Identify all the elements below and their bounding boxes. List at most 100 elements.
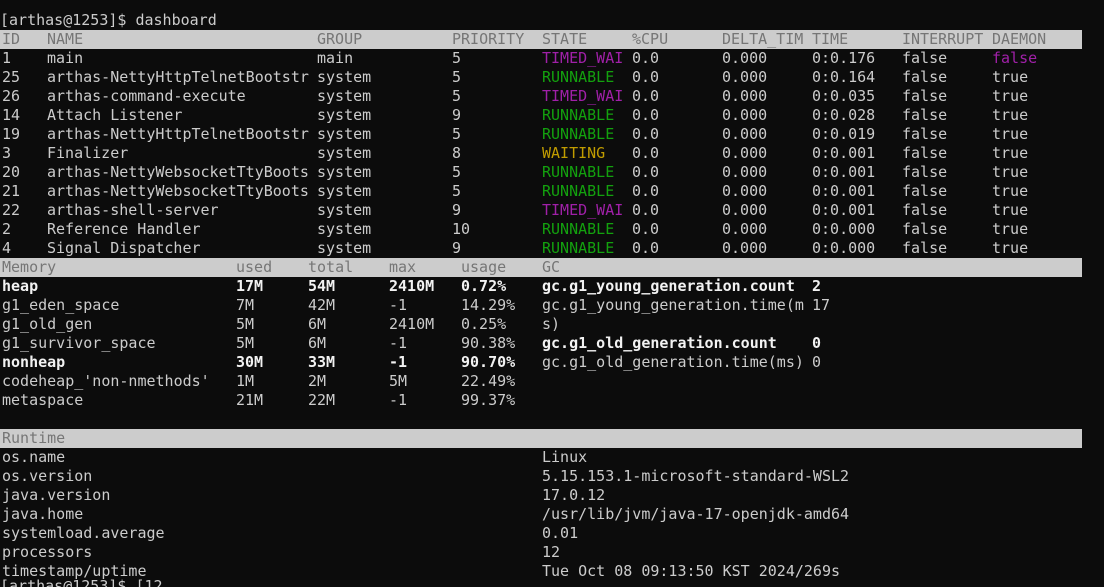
thread-priority-cell: 9 (452, 106, 462, 124)
thread-id-cell: 22 (2, 201, 21, 219)
thread-group-cell: main (317, 49, 354, 67)
memory-table-header: Memory used total max usage GC (0, 258, 1082, 277)
thread-delta-cell: 0.000 (722, 144, 768, 162)
thread-daemon-cell: true (992, 163, 1029, 181)
thread-id-cell: 4 (2, 239, 12, 257)
thread-row: 25 arthas-NettyHttpTelnetBootstr system 5 RU… (0, 68, 1104, 87)
thread-interrupt-cell: false (902, 49, 948, 67)
thread-name-cell: arthas-NettyHttpTelnetBootstr (47, 68, 309, 86)
memory-usage-cell: 90.38% (461, 334, 516, 352)
thread-header-cell: STATE (542, 30, 588, 48)
runtime-value-cell: 0.01 (542, 524, 579, 542)
thread-delta-cell: 0.000 (722, 68, 768, 86)
gc-value-cell: 17 (812, 296, 831, 314)
memory-max-cell: -1 (389, 391, 408, 409)
gc-value-cell: 0 (812, 353, 822, 371)
runtime-row: java.version 17.0.12 (0, 486, 1104, 505)
thread-name-cell: Signal Dispatcher (47, 239, 201, 257)
gc-value-cell: 0 (812, 334, 822, 352)
thread-state-cell: RUNNABLE (542, 220, 615, 238)
thread-row: 4 Signal Dispatcher system 9 RUNNABLE 0.0 0.00… (0, 239, 1104, 258)
thread-time-cell: 0:0.035 (812, 87, 876, 105)
thread-interrupt-cell: false (902, 239, 948, 257)
memory-total-cell: 6M (308, 334, 327, 352)
gc-key-cell: gc.g1_old_generation.count (542, 334, 777, 352)
thread-header-cell: GROUP (317, 30, 363, 48)
thread-time-cell: 0:0.164 (812, 68, 876, 86)
memory-header-cell: total (308, 258, 354, 276)
runtime-value-cell: Linux (542, 448, 588, 466)
memory-usage-cell: 90.70% (461, 353, 516, 371)
runtime-key-cell: systemload.average (2, 524, 165, 542)
thread-id-cell: 1 (2, 49, 12, 67)
thread-daemon-cell: true (992, 220, 1029, 238)
thread-time-cell: 0:0.001 (812, 163, 876, 181)
memory-row: g1_eden_space 7M 42M -1 14.29% gc.g1_young_ge… (0, 296, 1104, 315)
thread-state-cell: RUNNABLE (542, 125, 615, 143)
memory-usage-cell: 0.72% (461, 277, 507, 295)
next-prompt-line[interactable]: [arthas@1253]$ [12 (0, 577, 163, 587)
runtime-key-cell: processors (2, 543, 93, 561)
thread-daemon-cell: true (992, 201, 1029, 219)
memory-total-cell: 54M (308, 277, 336, 295)
memory-usage-cell: 22.49% (461, 372, 516, 390)
thread-header-cell: PRIORITY (452, 30, 525, 48)
memory-name-cell: g1_old_gen (2, 315, 93, 333)
memory-used-cell: 1M (236, 372, 255, 390)
thread-daemon-cell: true (992, 68, 1029, 86)
thread-id-cell: 19 (2, 125, 21, 143)
runtime-key-cell: os.version (2, 467, 93, 485)
terminal-screen: [arthas@1253]$ dashboard ID NAME GROUP PRIO… (0, 0, 1104, 587)
memory-used-cell: 5M (236, 334, 255, 352)
thread-interrupt-cell: false (902, 106, 948, 124)
thread-state-cell: RUNNABLE (542, 239, 615, 257)
runtime-row: os.version 5.15.153.1-microsoft-standard-… (0, 467, 1104, 486)
thread-cpu-cell: 0.0 (632, 182, 660, 200)
memory-total-cell: 22M (308, 391, 336, 409)
thread-time-cell: 0:0.001 (812, 144, 876, 162)
thread-state-cell: RUNNABLE (542, 68, 615, 86)
memory-max-cell: 5M (389, 372, 408, 390)
thread-row: 3 Finalizer system 8 WAITING 0.0 0.000 0:0.001 f… (0, 144, 1104, 163)
memory-header-cell: usage (461, 258, 507, 276)
thread-daemon-cell: true (992, 125, 1029, 143)
memory-used-cell: 17M (236, 277, 264, 295)
thread-interrupt-cell: false (902, 220, 948, 238)
thread-interrupt-cell: false (902, 68, 948, 86)
memory-header-cell: used (236, 258, 273, 276)
thread-state-cell: RUNNABLE (542, 106, 615, 124)
gc-key-cell: gc.g1_old_generation.time(ms) (542, 353, 804, 371)
thread-id-cell: 3 (2, 144, 12, 162)
thread-state-cell: RUNNABLE (542, 163, 615, 181)
thread-priority-cell: 5 (452, 182, 462, 200)
thread-header-cell: DELTA_TIM (722, 30, 804, 48)
thread-id-cell: 25 (2, 68, 21, 86)
memory-name-cell: nonheap (2, 353, 66, 371)
thread-cpu-cell: 0.0 (632, 87, 660, 105)
memory-name-cell: codeheap_'non-nmethods' (2, 372, 210, 390)
thread-interrupt-cell: false (902, 87, 948, 105)
thread-priority-cell: 5 (452, 49, 462, 67)
memory-total-cell: 33M (308, 353, 336, 371)
thread-row: 2 Reference Handler system 10 RUNNABLE 0.0 0.0… (0, 220, 1104, 239)
memory-total-cell: 6M (308, 315, 327, 333)
thread-priority-cell: 9 (452, 201, 462, 219)
memory-max-cell: 2410M (389, 277, 435, 295)
memory-name-cell: metaspace (2, 391, 84, 409)
thread-name-cell: Reference Handler (47, 220, 201, 238)
runtime-row: systemload.average 0.01 (0, 524, 1104, 543)
memory-usage-cell: 99.37% (461, 391, 516, 409)
runtime-row: os.name Linux (0, 448, 1104, 467)
memory-total-cell: 2M (308, 372, 327, 390)
thread-row: 26 arthas-command-execute system 5 TIMED_WAI… (0, 87, 1104, 106)
thread-row: 21 arthas-NettyWebsocketTtyBoots system 5 RU… (0, 182, 1104, 201)
thread-cpu-cell: 0.0 (632, 144, 660, 162)
thread-cpu-cell: 0.0 (632, 68, 660, 86)
thread-row: 22 arthas-shell-server system 9 TIMED_WAI 0.0… (0, 201, 1104, 220)
thread-time-cell: 0:0.001 (812, 182, 876, 200)
memory-row: codeheap_'non-nmethods' 1M 2M 5M 22.49% (0, 372, 1104, 391)
thread-priority-cell: 5 (452, 163, 462, 181)
memory-row: metaspace 21M 22M -1 99.37% (0, 391, 1104, 410)
thread-delta-cell: 0.000 (722, 182, 768, 200)
memory-used-cell: 7M (236, 296, 255, 314)
